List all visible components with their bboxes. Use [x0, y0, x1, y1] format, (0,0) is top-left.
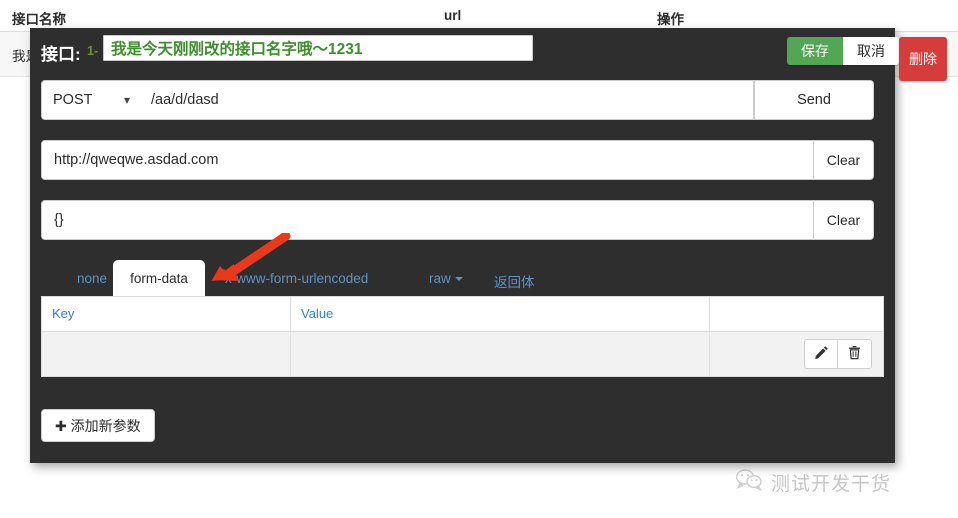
param-actions-cell: [710, 332, 883, 376]
request-line-row: POST ▾ Send: [41, 80, 884, 120]
save-button[interactable]: 保存: [787, 37, 843, 65]
trash-icon: [847, 345, 862, 363]
tab-raw-label: raw: [429, 271, 451, 286]
watermark: 测试开发干货: [735, 468, 891, 497]
interface-edit-modal: 接口: 1- 保存 取消 POST ▾ Send Clear Clear non…: [30, 28, 899, 463]
tab-form-data[interactable]: form-data: [113, 260, 205, 297]
tab-raw[interactable]: raw: [426, 266, 466, 291]
edit-param-button[interactable]: [805, 340, 838, 368]
modal-title-index: 1-: [87, 44, 99, 58]
watermark-text: 测试开发干货: [771, 474, 892, 495]
column-header-name: 接口名称: [12, 12, 66, 27]
modal-title-label: 接口:: [41, 45, 81, 64]
modal-titlebar: 接口: 1- 保存 取消: [30, 28, 899, 74]
column-header-actions: 操作: [657, 12, 684, 27]
host-clear-button[interactable]: Clear: [813, 140, 874, 180]
params-header-key: Key: [42, 297, 291, 331]
param-key-cell: [42, 332, 291, 376]
body-type-tabs: none form-data x-www-form-urlencoded raw…: [41, 260, 884, 297]
http-method-value: POST: [53, 92, 93, 108]
request-path-input[interactable]: [141, 80, 754, 120]
delete-interface-button[interactable]: 删除: [899, 37, 947, 81]
interface-name-input[interactable]: [103, 35, 533, 61]
host-row: Clear: [41, 140, 884, 180]
cancel-button[interactable]: 取消: [843, 37, 899, 65]
body-row: Clear: [41, 200, 884, 240]
params-header-value: Value: [291, 297, 710, 331]
params-table: Key Value: [41, 296, 884, 377]
pencil-icon: [814, 345, 829, 363]
send-button[interactable]: Send: [754, 80, 874, 120]
wechat-icon: [735, 468, 763, 497]
tab-none[interactable]: none: [74, 266, 110, 291]
body-clear-button[interactable]: Clear: [813, 200, 874, 240]
host-url-input[interactable]: [41, 140, 814, 180]
tab-response-body[interactable]: 返回体: [491, 266, 538, 296]
params-table-header: Key Value: [42, 297, 883, 332]
row-action-button-group: [804, 339, 872, 369]
request-body-input[interactable]: [41, 200, 814, 240]
column-header-url: url: [444, 8, 462, 23]
table-row[interactable]: [42, 332, 883, 376]
modal-action-button-group: 保存 取消: [787, 37, 899, 65]
add-param-button[interactable]: ✚ 添加新参数: [41, 409, 155, 442]
param-value-cell: [291, 332, 710, 376]
params-header-actions: [710, 297, 883, 331]
http-method-select[interactable]: POST ▾: [41, 80, 142, 120]
chevron-down-icon: ▾: [123, 93, 130, 107]
delete-param-button[interactable]: [838, 340, 871, 368]
caret-down-icon: [454, 277, 463, 282]
tab-x-www-form-urlencoded[interactable]: x-www-form-urlencoded: [222, 266, 371, 291]
